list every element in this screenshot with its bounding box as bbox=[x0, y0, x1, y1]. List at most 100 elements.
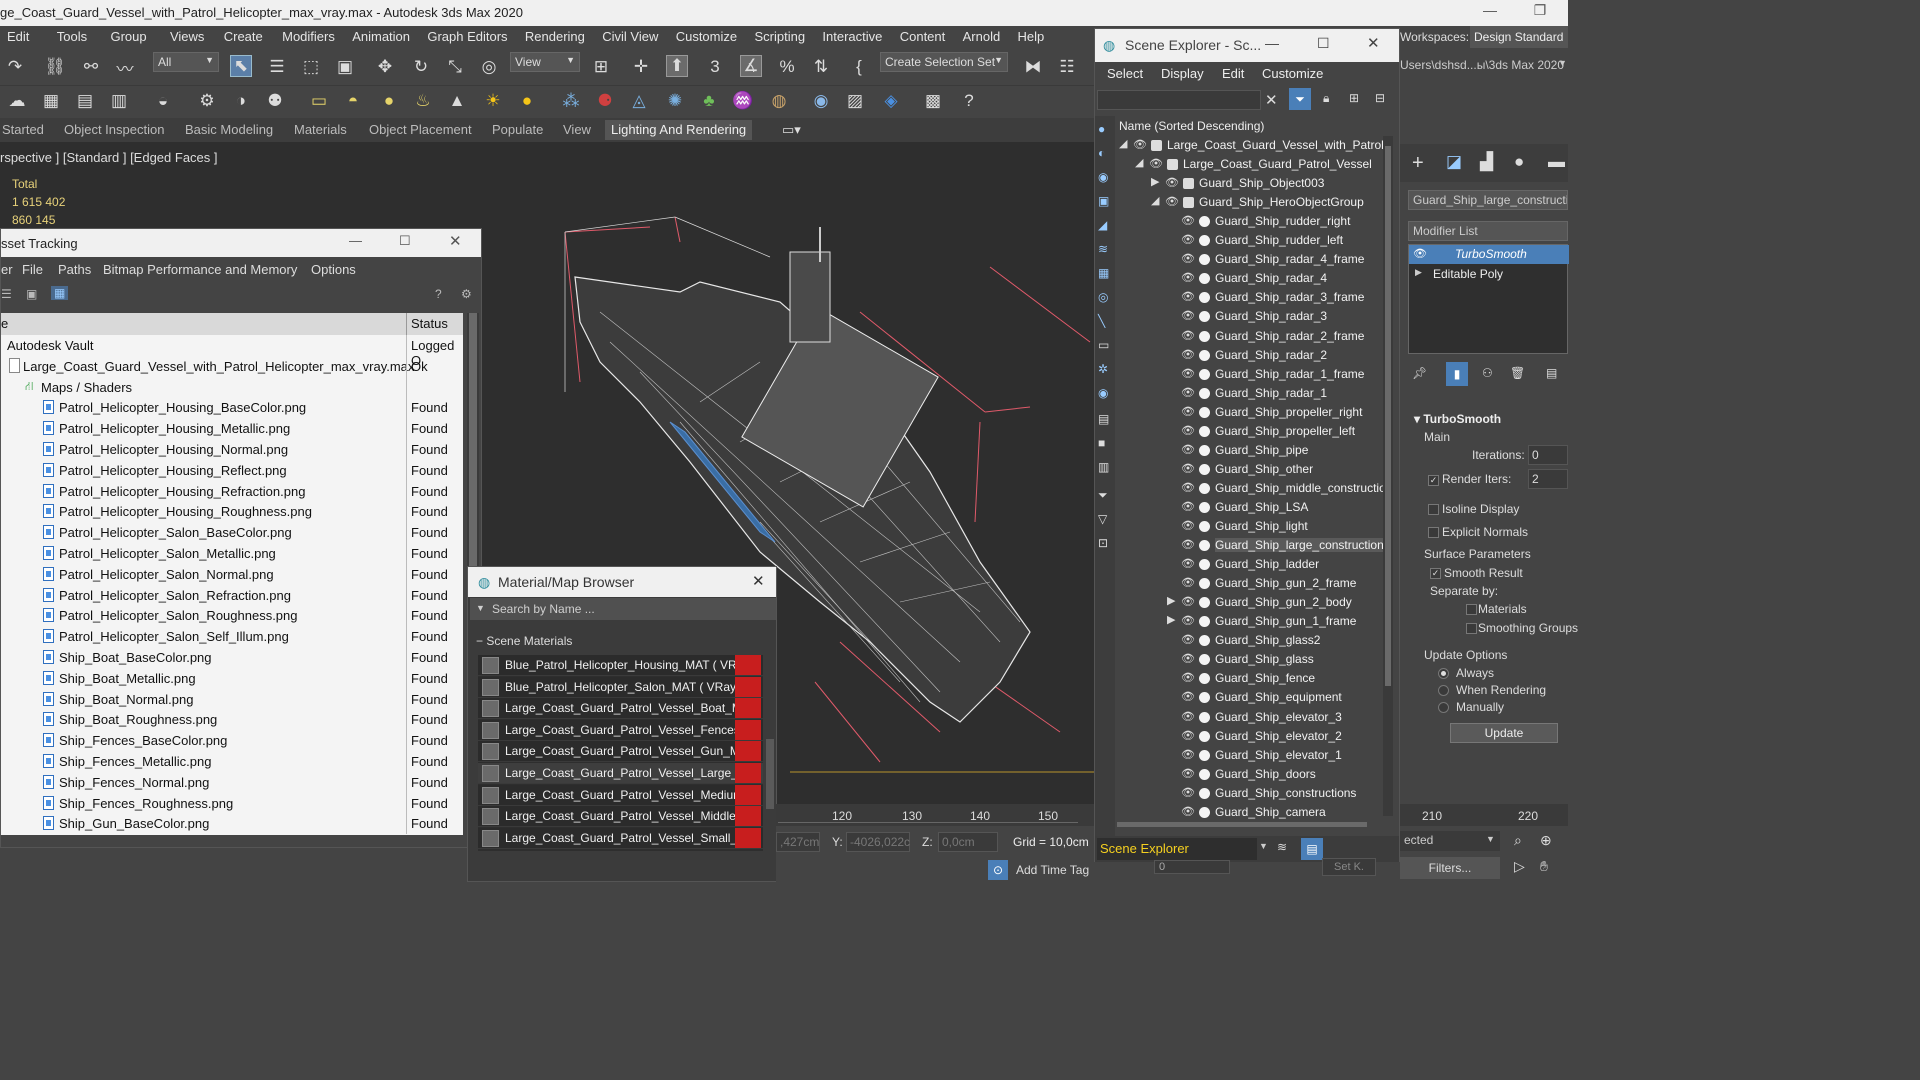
scene-tree-item[interactable]: 👁︎ Guard_Ship_constructions bbox=[1117, 784, 1383, 803]
tab-started[interactable]: Started bbox=[2, 122, 44, 137]
project-path[interactable]: Users\dshsd...ы\3ds Max 2020 bbox=[1400, 58, 1564, 72]
asset-row[interactable]: Ship_Fences_Metallic.png Found bbox=[1, 751, 463, 772]
pin-stack-icon[interactable]: 📌︎ bbox=[1412, 366, 1427, 380]
material-editor-icon[interactable]: ◑ bbox=[230, 90, 252, 112]
select-all-icon[interactable]: ■ bbox=[1098, 436, 1105, 450]
bind-spacewarp-icon[interactable]: 〰 bbox=[114, 56, 136, 79]
scene-tree-item[interactable]: 👁︎ Guard_Ship_glass2 bbox=[1117, 631, 1383, 650]
minimize-icon[interactable]: — bbox=[349, 233, 362, 248]
scene-tree-item[interactable]: 👁︎ Guard_Ship_middle_construction bbox=[1117, 479, 1383, 498]
image-icon[interactable]: ▦ bbox=[40, 90, 62, 112]
select-manipulate-icon[interactable]: ✛ bbox=[630, 56, 652, 78]
chevron-down-icon[interactable]: ▼ bbox=[1486, 834, 1495, 844]
scene-tree-item[interactable]: 👁︎ Guard_Ship_equipment bbox=[1117, 688, 1383, 707]
asset-row[interactable]: Ship_Fences_BaseColor.png Found bbox=[1, 730, 463, 752]
scene-tree-item[interactable]: 👁︎ Guard_Ship_radar_3_frame bbox=[1117, 288, 1383, 307]
visibility-eye-icon[interactable]: 👁︎ bbox=[1165, 176, 1179, 190]
asset-row[interactable]: Ship_Boat_Normal.png Found bbox=[1, 688, 463, 710]
visibility-eye-icon[interactable]: 👁︎ bbox=[1181, 386, 1195, 400]
zoom-all-icon[interactable]: ⊕ bbox=[1540, 832, 1552, 849]
turbosmooth-rollout[interactable]: ▾ TurboSmooth bbox=[1414, 412, 1501, 426]
mesh-icon[interactable]: ◬ bbox=[628, 90, 650, 112]
render-iters-checkbox[interactable]: ✓ bbox=[1428, 475, 1439, 486]
cone-icon[interactable]: ▲ bbox=[446, 90, 468, 112]
cloud-icon[interactable]: ☁ bbox=[6, 90, 28, 112]
place-icon[interactable]: ◎ bbox=[478, 56, 500, 78]
iterations-spinner[interactable]: 0 bbox=[1528, 445, 1568, 465]
select-by-name-icon[interactable]: ☰ bbox=[266, 56, 288, 78]
visibility-eye-icon[interactable]: 👁︎ bbox=[1181, 690, 1195, 704]
display-tab-icon[interactable]: ▬ bbox=[1548, 152, 1565, 172]
material-item[interactable]: Blue_Patrol_Helicopter_Salon_MAT ( VRayM… bbox=[478, 676, 763, 698]
viewport-label[interactable]: rspective ] [Standard ] [Edged Faces ] bbox=[0, 150, 218, 165]
asset-row[interactable]: Autodesk Vault Logged O bbox=[1, 335, 463, 368]
menu-edit[interactable]: Edit bbox=[0, 26, 36, 44]
visibility-eye-icon[interactable]: 👁︎ bbox=[1181, 519, 1195, 533]
scene-tree-item[interactable]: 👁︎ Guard_Ship_radar_2_frame bbox=[1117, 327, 1383, 346]
xref-filter-icon[interactable]: ◎ bbox=[1098, 290, 1108, 304]
when-rendering-radio[interactable] bbox=[1438, 685, 1449, 696]
visibility-eye-icon[interactable]: 👁︎ bbox=[1133, 138, 1147, 152]
ribbon-options-icon[interactable]: ▭▾ bbox=[782, 122, 801, 138]
col-status[interactable]: Status bbox=[411, 316, 448, 331]
menu-display[interactable]: Display bbox=[1161, 66, 1204, 81]
visibility-eye-icon[interactable]: 👁︎ bbox=[1149, 157, 1163, 171]
percent-snap-icon[interactable]: % bbox=[776, 56, 798, 78]
scene-tree-item[interactable]: 👁︎ Guard_Ship_elevator_1 bbox=[1117, 746, 1383, 765]
column-name-sorted[interactable]: Name (Sorted Descending) bbox=[1119, 119, 1264, 133]
schematic-icon[interactable]: ⚙ bbox=[196, 90, 218, 112]
manually-radio[interactable] bbox=[1438, 702, 1449, 713]
material-item[interactable]: Large_Coast_Guard_Patrol_Vessel_Small_MA… bbox=[478, 827, 763, 849]
table-icon[interactable]: ▥ bbox=[108, 90, 130, 112]
redo-icon[interactable]: ↷ bbox=[4, 56, 26, 78]
expand-icon[interactable]: ▶ bbox=[1415, 267, 1422, 278]
close-icon[interactable]: ✕ bbox=[752, 572, 765, 590]
visibility-eye-icon[interactable]: 👁︎ bbox=[1181, 557, 1195, 571]
gear-icon[interactable]: ✺ bbox=[664, 90, 686, 112]
scene-tree-item[interactable]: 👁︎ Guard_Ship_large_constructions bbox=[1117, 536, 1383, 555]
scene-tree-item[interactable]: 👁︎ Guard_Ship_elevator_3 bbox=[1117, 708, 1383, 727]
mirror-icon[interactable]: ⧓ bbox=[1022, 56, 1044, 78]
render-frame-icon[interactable]: ▨ bbox=[844, 90, 866, 112]
asset-row[interactable]: Ship_Boat_Roughness.png Found bbox=[1, 709, 463, 731]
visibility-eye-icon[interactable]: 👁︎ bbox=[1181, 805, 1195, 819]
selection-mode-dropdown[interactable]: ected bbox=[1400, 831, 1500, 851]
visibility-eye-icon[interactable]: 👁︎ bbox=[1181, 614, 1195, 628]
cloth-icon[interactable]: ◍ bbox=[768, 90, 790, 112]
tab-basic-modeling[interactable]: Basic Modeling bbox=[185, 122, 273, 137]
visibility-eye-icon[interactable]: 👁︎ bbox=[1181, 462, 1195, 476]
scene-tree-item[interactable]: 👁︎ Guard_Ship_propeller_right bbox=[1117, 403, 1383, 422]
asset-row[interactable]: Patrol_Helicopter_Housing_BaseColor.png F… bbox=[1, 397, 463, 419]
asset-row[interactable]: Patrol_Helicopter_Salon_BaseColor.png Fou… bbox=[1, 522, 463, 544]
isoline-checkbox[interactable] bbox=[1428, 504, 1439, 515]
expand-icon[interactable]: ▶ bbox=[1167, 613, 1175, 626]
show-end-result-icon[interactable]: ▮ bbox=[1446, 362, 1468, 386]
stack-item-editable-poly[interactable]: ▶ Editable Poly bbox=[1409, 265, 1569, 284]
select-object-icon[interactable]: ⬉ bbox=[230, 55, 252, 77]
geometry-filter-icon[interactable]: ● bbox=[1098, 122, 1105, 136]
minimize-icon[interactable]: — bbox=[1470, 2, 1510, 18]
menu-modifiers[interactable]: Modifiers bbox=[275, 26, 342, 44]
z-coordinate-field[interactable]: 0,0cm bbox=[938, 832, 998, 852]
hair-icon[interactable]: ♒ bbox=[732, 90, 754, 112]
update-button[interactable]: Update bbox=[1450, 723, 1558, 743]
collapse-icon[interactable]: − bbox=[476, 634, 483, 648]
link-icon[interactable]: ⛓ bbox=[44, 56, 66, 78]
x-coordinate-field[interactable]: ,427cm bbox=[776, 832, 820, 852]
set-key-button[interactable]: Set K. bbox=[1322, 858, 1376, 876]
selection-filter-dropdown[interactable]: All ▼ bbox=[153, 52, 219, 72]
visibility-eye-icon[interactable]: 👁︎ bbox=[1181, 633, 1195, 647]
menu-civil-view[interactable]: Civil View bbox=[595, 26, 665, 44]
scrollbar-thumb[interactable] bbox=[1385, 146, 1391, 686]
scene-tree-item[interactable]: 👁︎ Guard_Ship_radar_3 bbox=[1117, 307, 1383, 326]
asset-row[interactable]: Ship_Boat_BaseColor.png Found bbox=[1, 647, 463, 668]
scene-tree-item[interactable]: 👁︎ Guard_Ship_radar_4_frame bbox=[1117, 250, 1383, 269]
sphere-icon[interactable]: ● bbox=[378, 90, 400, 112]
add-time-tag[interactable]: Add Time Tag bbox=[1016, 863, 1089, 877]
settings-icon[interactable]: ⚙ bbox=[461, 287, 472, 301]
scene-search-input[interactable] bbox=[1097, 90, 1261, 110]
scene-tree-scrollbar[interactable] bbox=[1383, 136, 1393, 816]
visibility-eye-icon[interactable]: 👁︎ bbox=[1181, 290, 1195, 304]
menu-graph-editors[interactable]: Graph Editors bbox=[420, 26, 514, 44]
scene-tree-item[interactable]: 👁︎ Guard_Ship_camera bbox=[1117, 803, 1383, 822]
